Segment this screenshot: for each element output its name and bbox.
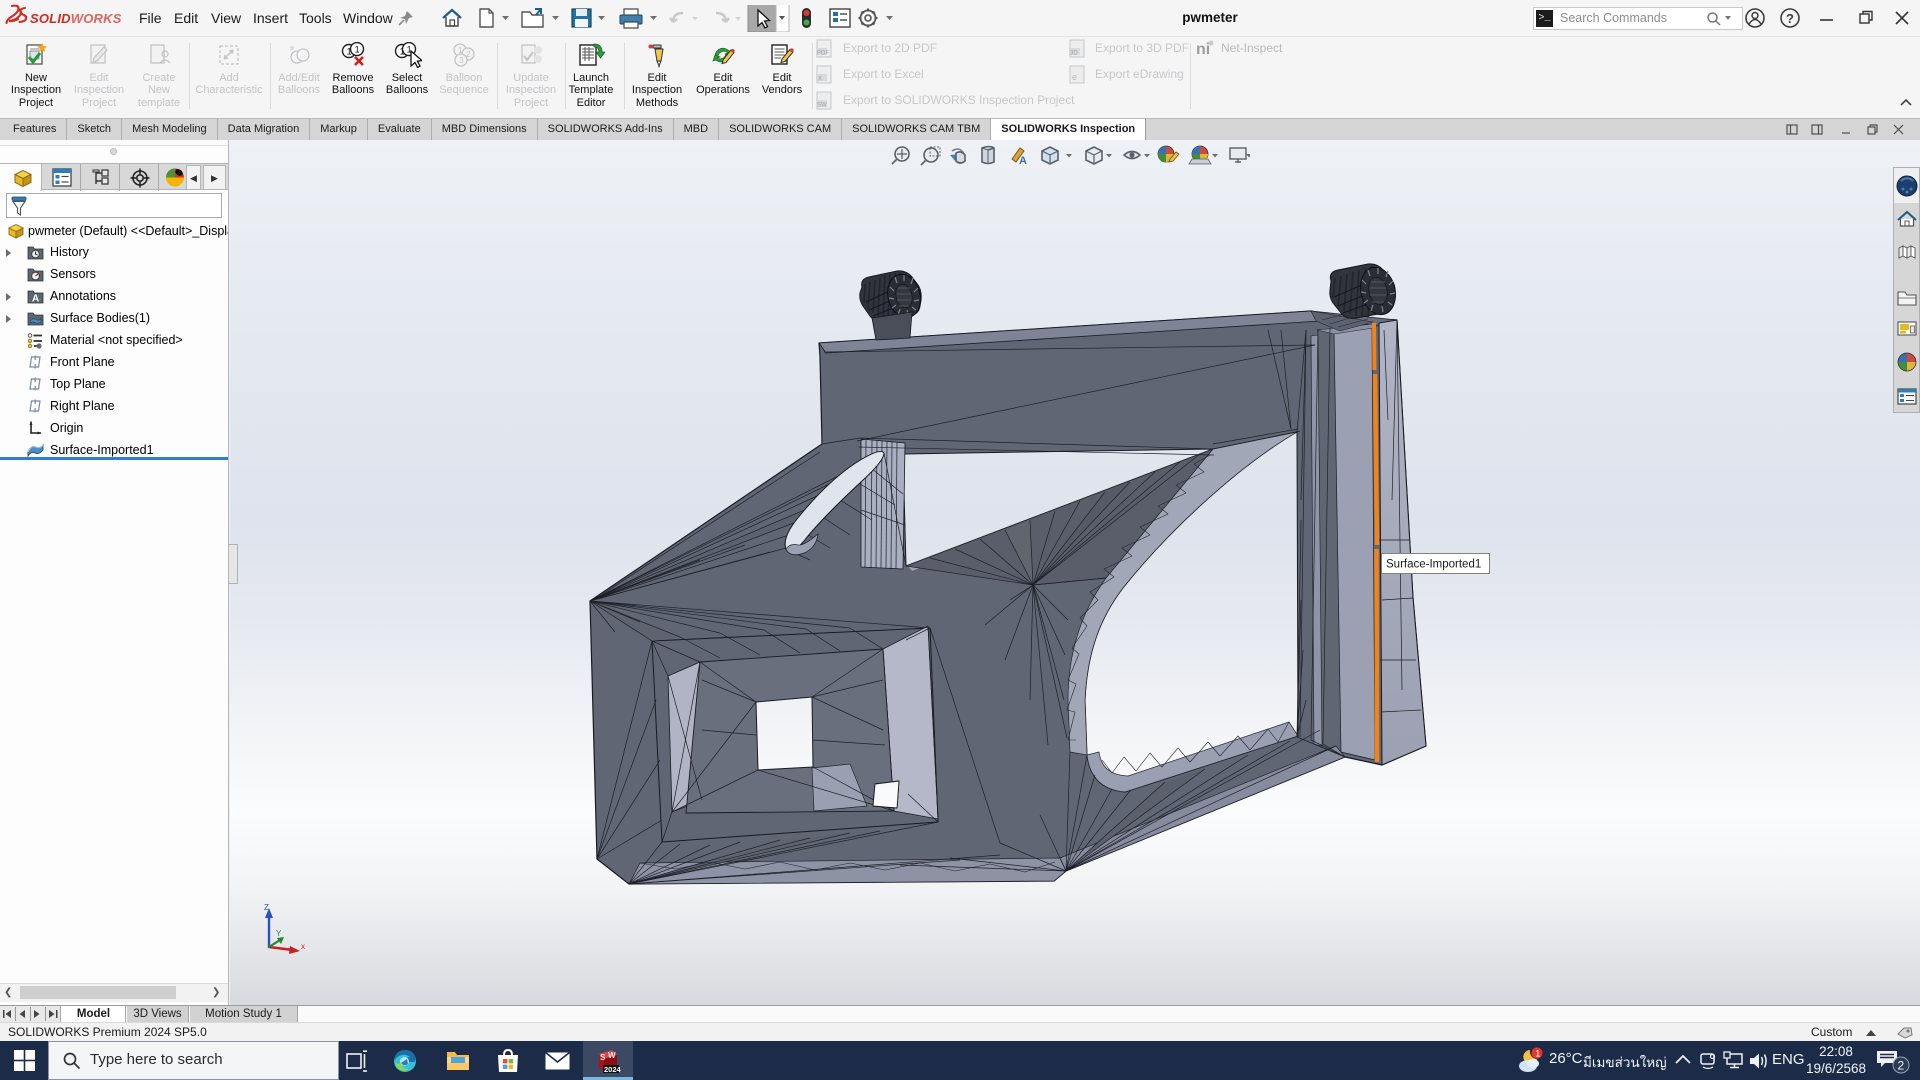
- svg-text:X: X: [818, 77, 822, 83]
- svg-text:A: A: [1019, 155, 1027, 167]
- svg-text:Surface-Imported1: Surface-Imported1: [1386, 559, 1481, 571]
- svg-text:e: e: [1072, 72, 1077, 82]
- svg-text:ni: ni: [1196, 41, 1210, 57]
- svg-text:SW: SW: [817, 103, 827, 109]
- svg-text:1: 1: [1535, 1049, 1540, 1059]
- svg-text:3: 3: [459, 55, 464, 65]
- svg-text:W: W: [608, 1051, 616, 1060]
- svg-text:SOLIDWORKS: SOLIDWORKS: [30, 11, 122, 26]
- svg-text:2024: 2024: [604, 1065, 621, 1074]
- svg-text:?: ?: [1786, 11, 1794, 26]
- svg-text:Z: Z: [264, 903, 269, 912]
- svg-text:1: 1: [355, 45, 360, 55]
- svg-text:PDF: PDF: [817, 51, 829, 57]
- svg-text:x: x: [301, 942, 305, 951]
- svg-text:3D: 3D: [1070, 51, 1078, 57]
- svg-text:S: S: [600, 1053, 606, 1062]
- svg-text:2: 2: [1898, 1059, 1905, 1073]
- svg-text:A: A: [32, 294, 39, 305]
- svg-text:Y: Y: [276, 929, 282, 938]
